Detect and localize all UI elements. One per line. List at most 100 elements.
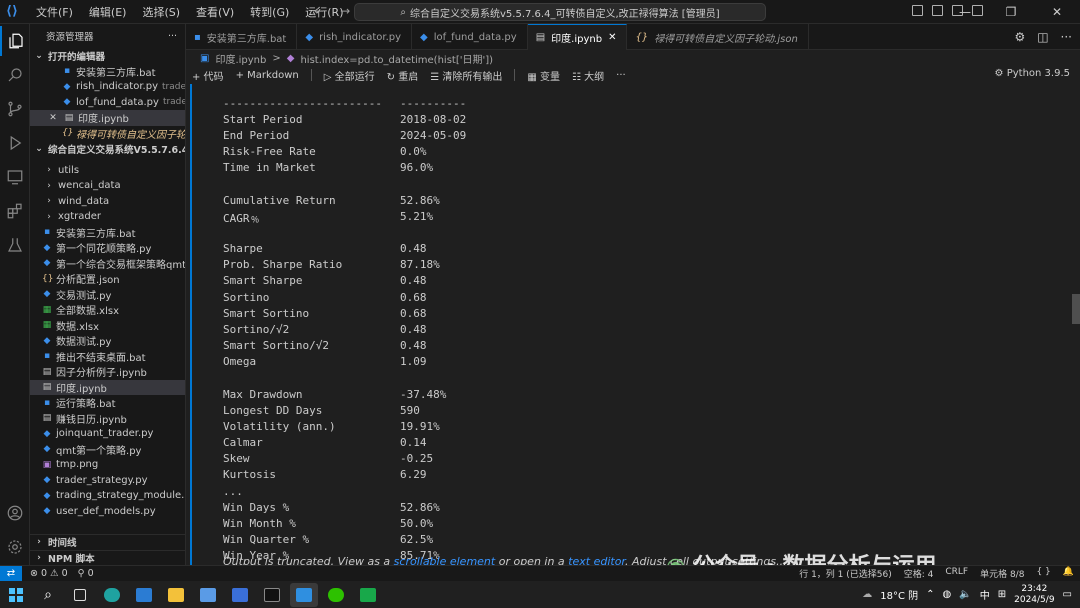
file-item[interactable]: ◆ 第一个综合交易框架策略qmt.py [30,256,185,272]
weather[interactable]: 18°C 阴 [880,587,918,602]
file-item[interactable]: ◆ trader_strategy.py [30,473,185,489]
collapsed-section[interactable]: › 时间线 [30,534,185,550]
text-editor-link[interactable]: text editor [568,555,625,565]
ports-status[interactable]: ⚲ 0 [78,568,94,579]
grid-icon[interactable]: ⊞ [998,589,1006,600]
open-editor-item[interactable]: ◆ rish_indicator.pytrader_t... [30,79,185,95]
menu-item[interactable]: 编辑(E) [81,4,135,20]
remote-indicator-icon[interactable]: ⇄ [0,565,22,582]
scrollable-element-link[interactable]: scrollable element [394,555,496,565]
add-code-button[interactable]: + 代码 [192,68,224,83]
extensions-icon[interactable] [0,196,30,226]
settings-gear-icon[interactable]: ⚙ [1014,30,1025,44]
run-debug-icon[interactable] [0,128,30,158]
close-icon[interactable]: ✕ [48,113,58,123]
file-item[interactable]: ◆ qmt第一个策略.py [30,442,185,458]
volume-icon[interactable]: 🔈 [959,589,971,600]
file-explorer-icon[interactable] [162,583,190,607]
folder-item[interactable]: › xgtrader [30,209,185,225]
mail-icon[interactable] [130,583,158,607]
search-activity-icon[interactable] [0,60,30,90]
file-item[interactable]: ▤ 因子分析例子.ipynb [30,364,185,380]
command-center[interactable]: ⌕ 综合自定义交易系统v5.5.7.6.4_可转债自定义,改正禄得算法 [管理员… [354,3,766,21]
file-item[interactable]: ◆ user_def_models.py [30,504,185,520]
more-icon[interactable]: ··· [1061,30,1072,44]
open-editors-section[interactable]: ⌄ 打开的编辑器 [30,48,185,64]
store-icon[interactable] [194,583,222,607]
toggle-sidebar-icon[interactable] [912,5,923,16]
problems-status[interactable]: ⊗ 0 ⚠ 0 [30,568,68,579]
more-toolbar-button[interactable]: ··· [616,70,626,81]
back-arrow-icon[interactable]: ← [314,4,324,18]
file-item[interactable]: ◆ 第一个同花顺策略.py [30,240,185,256]
file-item[interactable]: ◆ joinquant_trader.py [30,426,185,442]
folder-item[interactable]: › wind_data [30,194,185,210]
file-item[interactable]: {} 分析配置.json [30,271,185,287]
terminal-icon[interactable] [258,583,286,607]
restart-button[interactable]: ↻ 重启 [387,68,419,83]
open-editor-item[interactable]: ◆ lof_fund_data.pytrader_t... [30,95,185,111]
network-icon[interactable]: ◍ [943,589,952,600]
breadcrumb-cell[interactable]: hist.index=pd.to_datetime(hist['日期']) [300,51,493,66]
more-actions-icon[interactable]: ··· [168,31,177,42]
file-item[interactable]: ▪ 运行策略.bat [30,395,185,411]
breadcrumb-file[interactable]: 印度.ipynb [215,51,266,66]
close-tab-icon[interactable]: ✕ [608,32,616,43]
workspace-section[interactable]: ⌄ 综合自定义交易系统V5.5.7.6.4_可转... [30,141,185,157]
file-item[interactable]: ◆ trading_strategy_module.py [30,488,185,504]
collapsed-section[interactable]: › NPM 脚本 [30,549,185,566]
status-item[interactable]: 空格: 4 [904,567,934,580]
account-icon[interactable] [0,498,30,528]
wechat-taskbar-icon[interactable] [322,583,350,607]
kernel-picker[interactable]: ⚙ Python 3.9.5 [995,68,1070,79]
taskbar-search-icon[interactable]: ⌕ [34,583,62,607]
file-item[interactable]: ▪ 安装第三方库.bat [30,225,185,241]
file-item[interactable]: ▦ 数据.xlsx [30,318,185,334]
folder-item[interactable]: › wencai_data [30,178,185,194]
editor-tab[interactable]: ◆ lof_fund_data.py [412,24,528,50]
menu-item[interactable]: 转到(G) [242,4,297,20]
status-item[interactable]: { } [1036,567,1050,580]
edge-icon[interactable] [98,583,126,607]
editor-tab[interactable]: ◆ rish_indicator.py [297,24,413,50]
forward-arrow-icon[interactable]: → [340,4,350,18]
editor-scrollbar[interactable] [1072,294,1080,324]
open-editor-item[interactable]: ▪ 安装第三方库.bat [30,64,185,80]
clear-outputs-button[interactable]: ☰ 清除所有输出 [430,68,502,83]
file-item[interactable]: ▤ 印度.ipynb [30,379,185,395]
menu-item[interactable]: 选择(S) [134,4,188,20]
minimize-icon[interactable]: — [942,0,988,24]
outline-button[interactable]: ☷ 大纲 [572,68,604,83]
file-item[interactable]: ▣ tmp.png [30,457,185,473]
menu-item[interactable]: 文件(F) [28,4,81,20]
status-item[interactable]: 单元格 8/8 [980,567,1024,580]
file-item[interactable]: ▤ 赚钱日历.ipynb [30,411,185,427]
status-item[interactable]: CRLF [945,567,968,580]
file-item[interactable]: ▦ 全部数据.xlsx [30,302,185,318]
restore-icon[interactable]: ❐ [988,0,1034,24]
testing-icon[interactable] [0,230,30,260]
ime-indicator[interactable]: 中 [980,587,990,602]
folder-item[interactable]: › utils [30,163,185,179]
file-item[interactable]: ◆ 交易测试.py [30,287,185,303]
variables-button[interactable]: ▦ 变量 [527,68,560,83]
source-control-icon[interactable] [0,94,30,124]
menu-item[interactable]: 查看(V) [188,4,242,20]
editor-tab[interactable]: ▪ 安装第三方库.bat [186,24,298,50]
windows-start-icon[interactable] [2,583,30,607]
clock[interactable]: 23:42 2024/5/9 [1014,584,1054,606]
status-item[interactable]: 行 1，列 1 (已选择56) [799,567,892,580]
close-icon[interactable]: ✕ [1034,0,1080,24]
run-all-button[interactable]: ▷ 全部运行 [324,68,375,83]
remote-explorer-icon[interactable] [0,162,30,192]
file-item[interactable]: ▪ 推出不结束桌面.bat [30,349,185,365]
open-editor-item[interactable]: {} 禄得可转债自定义因子轮... [30,126,185,142]
explorer-icon[interactable] [0,26,30,56]
editor-tab[interactable]: {} 禄得可转债自定义因子轮动.json [627,24,809,50]
add-markdown-button[interactable]: + Markdown [236,70,299,81]
open-editor-item[interactable]: ✕ ▤ 印度.ipynb [30,110,185,126]
notification-icon[interactable]: ▭ [1063,589,1072,600]
editor-tab[interactable]: ▤ 印度.ipynb ✕ [527,24,628,50]
tray-overflow-icon[interactable]: ⌃ [926,589,934,600]
split-editor-icon[interactable]: ◫ [1037,30,1048,44]
